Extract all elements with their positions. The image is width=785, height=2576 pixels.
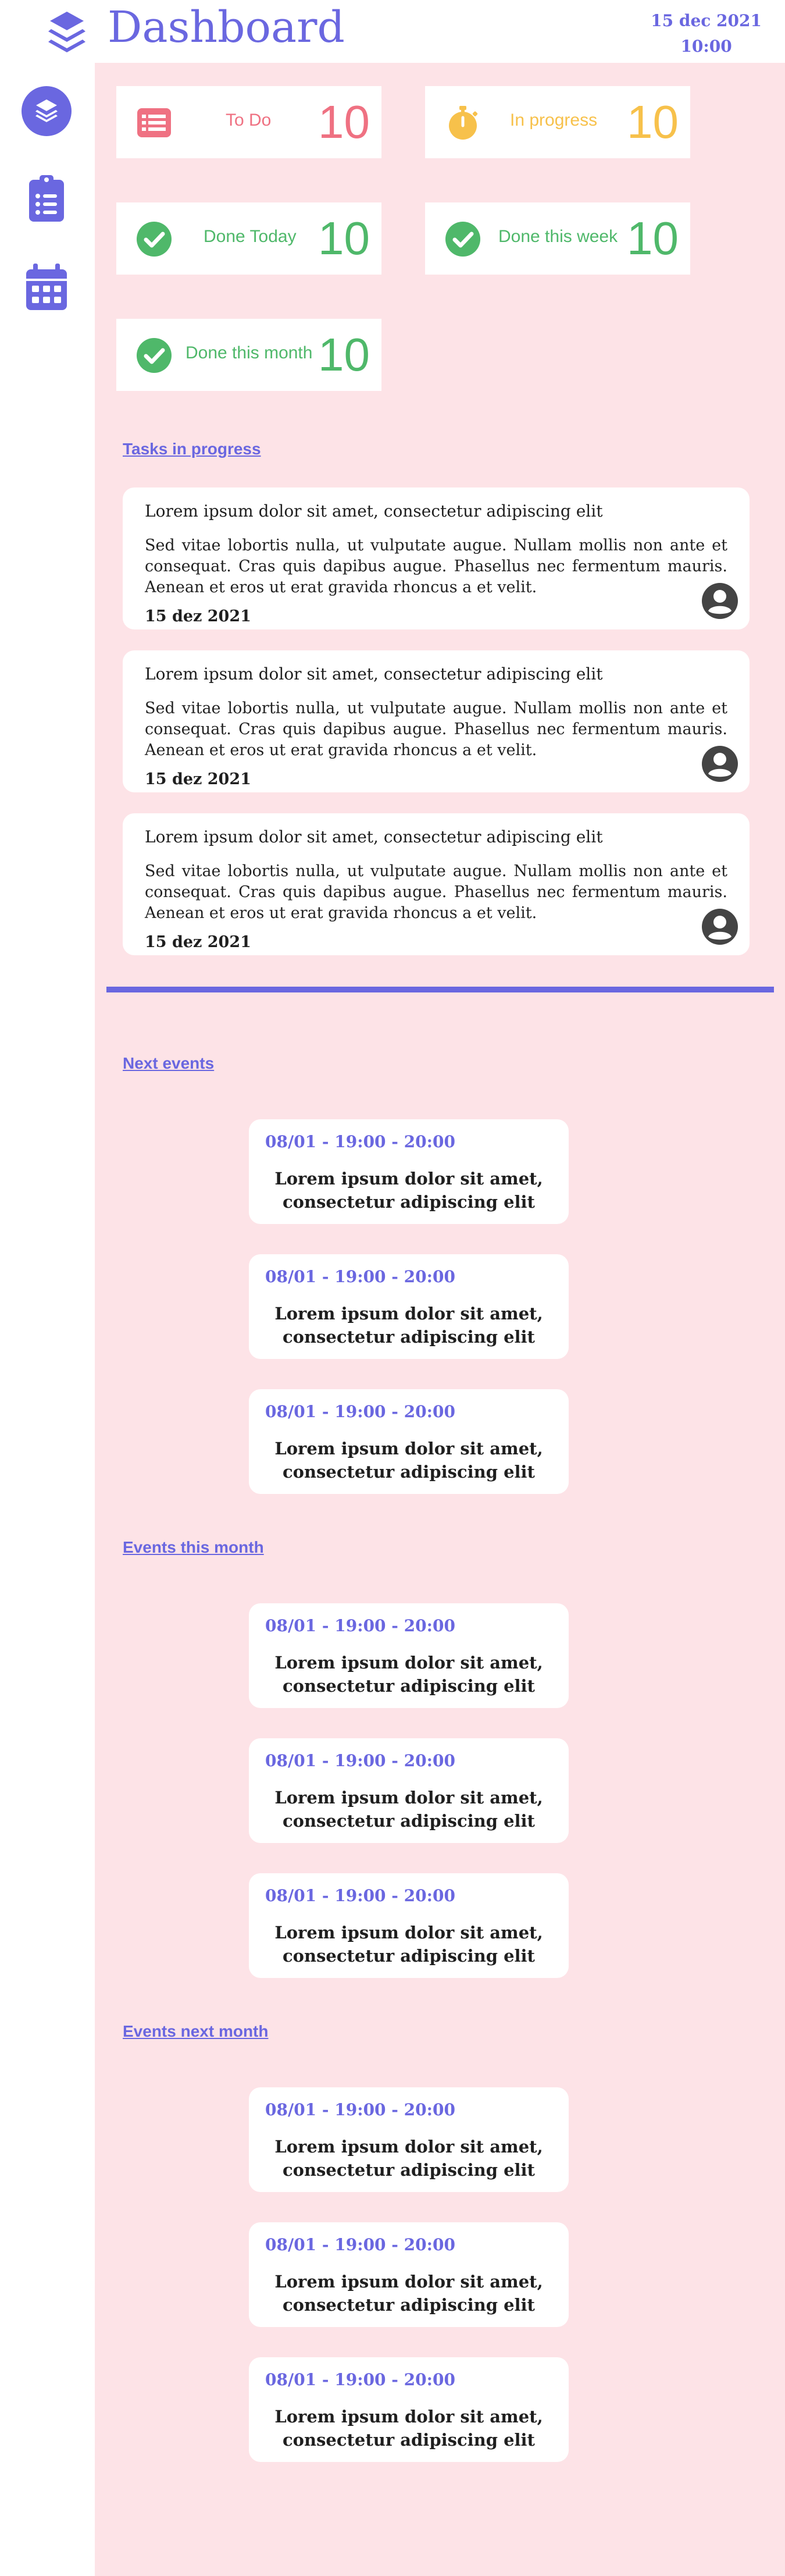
stat-card-done-month[interactable]: Done this month 10 xyxy=(116,319,381,391)
stopwatch-icon xyxy=(445,105,481,141)
event-description: Lorem ipsum dolor sit amet, consectetur … xyxy=(274,1653,543,1696)
task-card[interactable]: Lorem ipsum dolor sit amet, consectetur … xyxy=(123,488,750,629)
page-title: Dashboard xyxy=(108,2,345,52)
current-time: 10:00 xyxy=(680,37,732,56)
check-circle-icon xyxy=(136,221,172,257)
event-time: 08/01 - 19:00 - 20:00 xyxy=(265,1402,455,1421)
clipboard-list-icon xyxy=(28,174,65,226)
event-time: 08/01 - 19:00 - 20:00 xyxy=(265,1886,455,1905)
stat-label: Done this month xyxy=(185,343,313,362)
event-description: Lorem ipsum dolor sit amet, consectetur … xyxy=(274,2407,543,2450)
stat-card-in-progress[interactable]: In progress 10 xyxy=(425,86,690,158)
event-description: Lorem ipsum dolor sit amet, consectetur … xyxy=(274,1304,543,1347)
event-time: 08/01 - 19:00 - 20:00 xyxy=(265,1132,455,1151)
section-divider xyxy=(106,987,774,992)
event-time: 08/01 - 19:00 - 20:00 xyxy=(265,1751,455,1770)
event-card[interactable]: 08/01 - 19:00 - 20:00 Lorem ipsum dolor … xyxy=(249,2087,569,2192)
tasks-in-progress-link[interactable]: Tasks in progress xyxy=(123,440,261,458)
task-card[interactable]: Lorem ipsum dolor sit amet, consectetur … xyxy=(123,813,750,955)
events-this-month-link[interactable]: Events this month xyxy=(123,1538,264,1557)
stat-value: 10 xyxy=(318,212,370,264)
event-card[interactable]: 08/01 - 19:00 - 20:00 Lorem ipsum dolor … xyxy=(249,1389,569,1494)
check-circle-icon xyxy=(136,337,172,373)
stat-card-done-today[interactable]: Done Today 10 xyxy=(116,202,381,275)
stat-label: To Do xyxy=(226,111,272,130)
event-time: 08/01 - 19:00 - 20:00 xyxy=(265,2235,455,2254)
event-description: Lorem ipsum dolor sit amet, consectetur … xyxy=(274,1169,543,1212)
stat-label: Done Today xyxy=(204,227,297,246)
event-time: 08/01 - 19:00 - 20:00 xyxy=(265,1267,455,1286)
stat-value: 10 xyxy=(627,96,679,148)
user-avatar-icon[interactable] xyxy=(701,745,739,783)
top-header: Dashboard 15 dec 2021 10:00 xyxy=(0,0,785,63)
stat-card-done-week[interactable]: Done this week 10 xyxy=(425,202,690,275)
task-date: 15 dez 2021 xyxy=(145,933,251,951)
next-events-link[interactable]: Next events xyxy=(123,1054,214,1073)
task-description: Sed vitae lobortis nulla, ut vulputate a… xyxy=(145,699,727,759)
list-icon xyxy=(136,105,172,141)
stat-card-todo[interactable]: To Do 10 xyxy=(116,86,381,158)
task-title: Lorem ipsum dolor sit amet, consectetur … xyxy=(145,827,603,846)
event-card[interactable]: 08/01 - 19:00 - 20:00 Lorem ipsum dolor … xyxy=(249,1119,569,1224)
event-card[interactable]: 08/01 - 19:00 - 20:00 Lorem ipsum dolor … xyxy=(249,1738,569,1843)
current-date: 15 dec 2021 xyxy=(651,11,762,30)
event-description: Lorem ipsum dolor sit amet, consectetur … xyxy=(274,2272,543,2315)
task-date: 15 dez 2021 xyxy=(145,607,251,625)
event-card[interactable]: 08/01 - 19:00 - 20:00 Lorem ipsum dolor … xyxy=(249,2357,569,2462)
task-title: Lorem ipsum dolor sit amet, consectetur … xyxy=(145,501,603,521)
calendar-icon xyxy=(25,263,68,314)
layers-icon[interactable] xyxy=(47,9,87,54)
stat-label: Done this week xyxy=(498,227,618,246)
event-description: Lorem ipsum dolor sit amet, consectetur … xyxy=(274,1439,543,1482)
current-datetime: 15 dec 2021 10:00 xyxy=(651,8,762,59)
stat-value: 10 xyxy=(318,96,370,148)
task-date: 15 dez 2021 xyxy=(145,770,251,788)
sidebar xyxy=(0,63,95,2576)
event-time: 08/01 - 19:00 - 20:00 xyxy=(265,2100,455,2119)
stat-value: 10 xyxy=(318,329,370,380)
event-description: Lorem ipsum dolor sit amet, consectetur … xyxy=(274,1923,543,1966)
task-card[interactable]: Lorem ipsum dolor sit amet, consectetur … xyxy=(123,650,750,792)
task-description: Sed vitae lobortis nulla, ut vulputate a… xyxy=(145,536,727,596)
main-content: To Do 10 In progress 10 Done Today 10 Do… xyxy=(95,63,785,2576)
user-avatar-icon[interactable] xyxy=(701,582,739,620)
user-avatar-icon[interactable] xyxy=(701,908,739,946)
sidebar-item-dashboard[interactable] xyxy=(22,86,72,136)
sidebar-item-tasks[interactable] xyxy=(22,175,72,225)
task-description: Sed vitae lobortis nulla, ut vulputate a… xyxy=(145,862,727,922)
event-description: Lorem ipsum dolor sit amet, consectetur … xyxy=(274,1788,543,1831)
event-time: 08/01 - 19:00 - 20:00 xyxy=(265,1616,455,1635)
sidebar-item-calendar[interactable] xyxy=(22,263,72,314)
event-card[interactable]: 08/01 - 19:00 - 20:00 Lorem ipsum dolor … xyxy=(249,1603,569,1708)
task-title: Lorem ipsum dolor sit amet, consectetur … xyxy=(145,664,603,684)
event-card[interactable]: 08/01 - 19:00 - 20:00 Lorem ipsum dolor … xyxy=(249,1873,569,1978)
event-card[interactable]: 08/01 - 19:00 - 20:00 Lorem ipsum dolor … xyxy=(249,1254,569,1359)
check-circle-icon xyxy=(445,221,481,257)
event-time: 08/01 - 19:00 - 20:00 xyxy=(265,2370,455,2389)
stat-value: 10 xyxy=(627,212,679,264)
stat-label: In progress xyxy=(510,111,598,130)
layers-icon xyxy=(33,96,60,127)
events-next-month-link[interactable]: Events next month xyxy=(123,2022,268,2041)
event-description: Lorem ipsum dolor sit amet, consectetur … xyxy=(274,2137,543,2180)
event-card[interactable]: 08/01 - 19:00 - 20:00 Lorem ipsum dolor … xyxy=(249,2222,569,2327)
